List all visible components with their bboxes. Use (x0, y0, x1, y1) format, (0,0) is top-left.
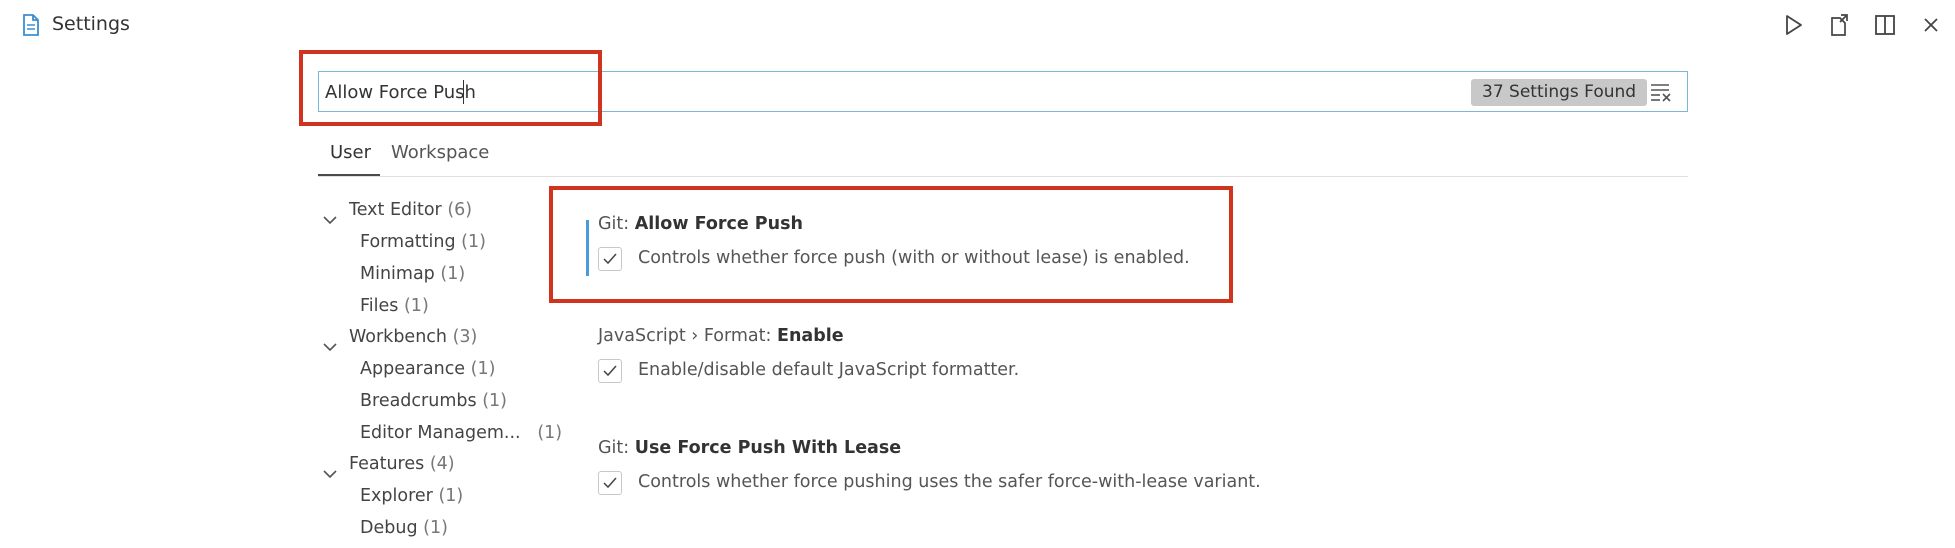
toc-item-files[interactable]: Files (1) (360, 296, 429, 326)
toc-item-editor-management[interactable]: Editor Managem... (1) (360, 423, 562, 453)
editor-tab-title[interactable]: Settings (52, 13, 130, 35)
setting-description: Enable/disable default JavaScript format… (638, 360, 1020, 380)
chevron-down-icon (322, 210, 338, 225)
toc-item-appearance[interactable]: Appearance (1) (360, 359, 495, 389)
open-settings-json-icon[interactable] (1826, 12, 1852, 38)
chevron-down-icon (322, 337, 338, 352)
active-tab-indicator (318, 174, 380, 176)
results-count-badge: 37 Settings Found (1471, 79, 1648, 106)
split-editor-icon[interactable] (1872, 12, 1898, 38)
clear-filter-icon[interactable] (1649, 81, 1673, 103)
search-highlight-annotation (299, 50, 602, 126)
toc-item-features[interactable]: Features (4) (322, 454, 455, 484)
close-icon[interactable] (1918, 12, 1944, 38)
toc-item-formatting[interactable]: Formatting (1) (360, 232, 486, 262)
tab-user[interactable]: User (330, 142, 371, 163)
setting-highlight-annotation (549, 186, 1233, 303)
toc-item-breadcrumbs[interactable]: Breadcrumbs (1) (360, 391, 507, 421)
toc-item-text-editor[interactable]: Text Editor (6) (322, 200, 472, 230)
setting-checkbox[interactable] (598, 471, 622, 495)
tab-workspace[interactable]: Workspace (391, 142, 489, 163)
chevron-down-icon (322, 464, 338, 479)
file-icon (22, 14, 40, 36)
checkmark-icon (603, 365, 617, 377)
toc-item-minimap[interactable]: Minimap (1) (360, 264, 465, 294)
setting-description: Controls whether force pushing uses the … (638, 472, 1261, 492)
toc-item-explorer[interactable]: Explorer (1) (360, 486, 463, 516)
checkmark-icon (603, 477, 617, 489)
setting-title: Git: Use Force Push With Lease (598, 438, 902, 458)
toc-item-workbench[interactable]: Workbench (3) (322, 327, 477, 357)
scope-tabs: User Workspace (318, 138, 1688, 177)
setting-checkbox[interactable] (598, 359, 622, 383)
editor-title-bar: Settings (0, 0, 1955, 50)
run-icon[interactable] (1780, 12, 1806, 38)
toc-item-debug[interactable]: Debug (1) (360, 518, 448, 548)
setting-title: JavaScript › Format: Enable (598, 326, 844, 346)
